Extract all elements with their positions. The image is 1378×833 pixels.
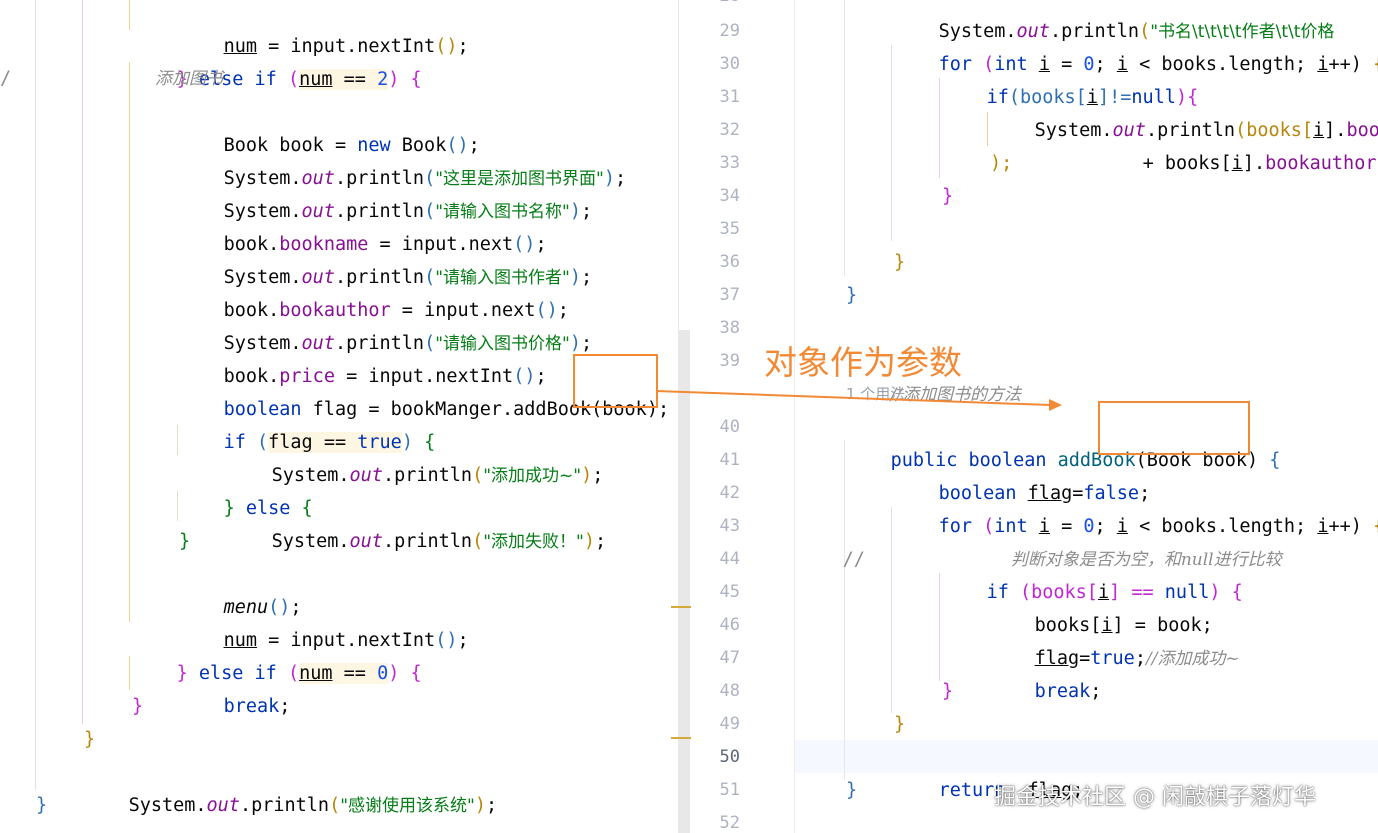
annotation-arrow: [655, 390, 1062, 411]
annotation-label: 对象作为参数: [764, 343, 962, 382]
watermark: 掘金技术社区 @ 闲敲棋子落灯华: [994, 785, 1316, 810]
